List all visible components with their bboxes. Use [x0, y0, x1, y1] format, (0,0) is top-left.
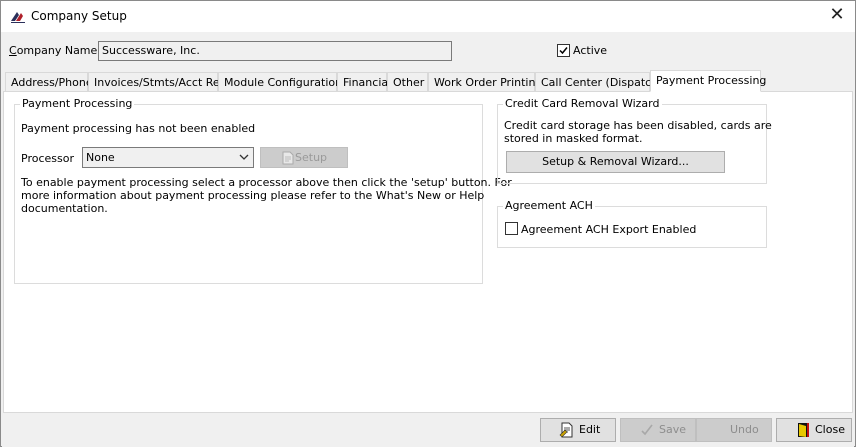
agreement-ach-label: Agreement ACH Export Enabled [521, 223, 697, 236]
tab-other[interactable]: Other [387, 72, 428, 92]
app-logo-icon [10, 9, 26, 25]
processor-select-value: None [86, 151, 115, 164]
title-bar: Company Setup ✕ [1, 1, 855, 32]
edit-document-icon [559, 422, 575, 438]
close-window-icon[interactable]: ✕ [825, 4, 849, 28]
credit-card-wizard-title: Credit Card Removal Wizard [503, 97, 662, 110]
edit-button[interactable]: Edit [540, 418, 616, 442]
payment-help-line-1: To enable payment processing select a pr… [21, 176, 512, 189]
payment-help-line-3: documentation. [21, 202, 108, 215]
close-button-label: Close [815, 423, 845, 436]
setup-button-label: Setup [295, 151, 328, 164]
save-button[interactable]: Save [620, 418, 696, 442]
company-name-label-accel: C [9, 44, 17, 57]
undo-button-label: Undo [730, 423, 759, 436]
tab-call-center-dispatch[interactable]: Call Center (Dispatch) [535, 72, 662, 92]
agreement-ach-title: Agreement ACH [503, 199, 595, 212]
company-name-label: Company Name [9, 44, 97, 57]
agreement-ach-checkbox[interactable] [505, 222, 518, 235]
active-label: Active [573, 44, 608, 57]
company-setup-window: Company Setup ✕ Company Name Successware… [0, 0, 856, 447]
setup-button[interactable]: Setup [260, 147, 348, 168]
processor-label: Processor [21, 152, 74, 165]
tab-payment-processing[interactable]: Payment Processing [650, 70, 766, 92]
chevron-down-icon [239, 154, 249, 160]
tab-invoices-stmts-acct-reg[interactable]: Invoices/Stmts/Acct Reg [88, 72, 227, 92]
payment-status-text: Payment processing has not been enabled [21, 122, 256, 135]
active-checkbox[interactable] [557, 44, 570, 57]
document-icon [282, 151, 294, 165]
edit-button-label: Edit [579, 423, 601, 436]
company-name-field[interactable]: Successware, Inc. [98, 41, 452, 61]
undo-button[interactable]: Undo [696, 418, 772, 442]
close-button[interactable]: Close [776, 418, 852, 442]
credit-card-text-line-1: Credit card storage has been disabled, c… [504, 119, 772, 132]
window-title: Company Setup [31, 9, 127, 23]
exit-door-icon [795, 422, 811, 438]
payment-processing-group-title: Payment Processing [20, 97, 135, 110]
setup-removal-wizard-button[interactable]: Setup & Removal Wizard... [506, 151, 725, 173]
tab-financial[interactable]: Financial [337, 72, 391, 92]
company-name-label-rest: ompany Name [16, 44, 98, 57]
payment-help-line-2: more information about payment processin… [21, 189, 485, 202]
checkmark-icon [639, 422, 655, 438]
tab-address-phone[interactable]: Address/Phone [5, 72, 93, 92]
processor-select[interactable]: None [82, 147, 254, 168]
credit-card-text-line-2: stored in masked format. [504, 132, 643, 145]
tab-module-configuration[interactable]: Module Configuration [218, 72, 342, 92]
save-button-label: Save [659, 423, 687, 436]
tab-work-order-printing[interactable]: Work Order Printing [428, 72, 542, 92]
